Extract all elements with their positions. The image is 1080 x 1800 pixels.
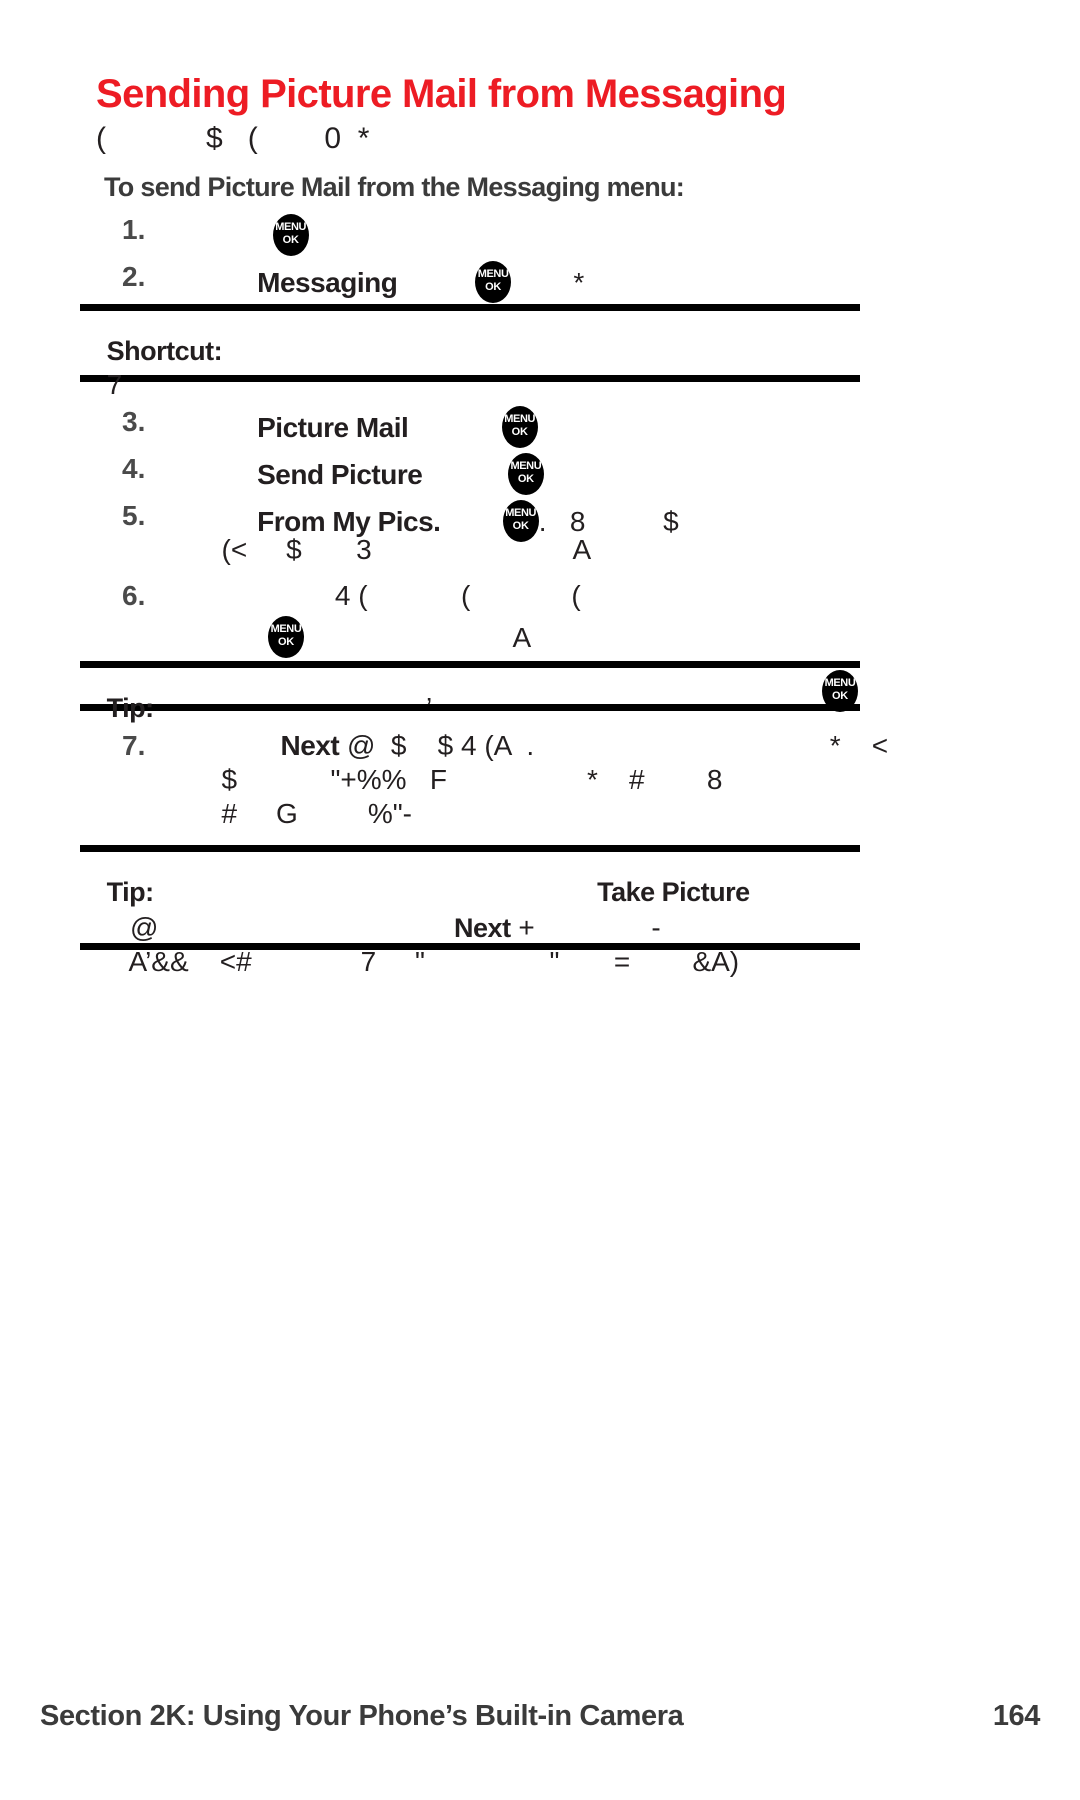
step-3-post-text — [408, 412, 501, 443]
step-6-text: 4 ( ( ( — [226, 580, 581, 611]
manual-page: Sending Picture Mail from Messaging ( $ … — [0, 0, 1080, 1800]
step-5-menu-name: From My Pics. — [257, 506, 441, 537]
tip-callout-2-row-3: A’&& <# 7 " " = &A) — [80, 928, 860, 977]
tip-callout-2-row-2: @ Next + - — [80, 894, 860, 943]
step-3-pre-text — [226, 412, 257, 443]
step-7-softkey-name: Next — [280, 730, 340, 761]
shortcut-text-line-2: 7 — [106, 369, 123, 400]
menu-ok-icon-bottom-label: OK — [831, 690, 849, 702]
step-3-number: 3. — [122, 406, 146, 437]
tip-callout-1: Tip: ’ MENU OK — [80, 661, 860, 723]
menu-ok-icon-bottom-label: OK — [282, 234, 299, 246]
step-7-line-3: # G %"- — [206, 798, 412, 829]
step-5-continuation: (< $ 3 A — [206, 534, 592, 565]
menu-ok-icon-top-label: MENU — [824, 677, 856, 689]
step-5-trailing-text: . 8 $ — [538, 506, 679, 537]
step-1-number: 1. — [122, 214, 146, 245]
page-title: Sending Picture Mail from Messaging — [96, 72, 787, 116]
step-4-text: Send Picture MENU OK — [226, 453, 544, 495]
step-5-post-text — [440, 506, 502, 537]
step-1-pre-text — [226, 220, 273, 251]
intro-paragraph: ( $ ( 0 * — [96, 122, 370, 155]
tip-callout-1-row: Tip: ’ MENU OK — [80, 670, 860, 723]
tip-2-row-3: A’&& <# 7 " " = &A) — [106, 946, 740, 977]
step-6-continuation-trailing: A — [304, 622, 532, 653]
step-2-pre-text — [226, 267, 257, 298]
menu-ok-icon-top-label: MENU — [270, 623, 302, 635]
step-5-number: 5. — [122, 500, 146, 531]
step-3-menu-name: Picture Mail — [257, 412, 409, 443]
menu-ok-icon-bottom-label: OK — [512, 520, 529, 532]
menu-ok-icon-bottom-label: OK — [485, 281, 502, 293]
step-4-post-text — [422, 459, 508, 490]
step-6-number: 6. — [122, 580, 146, 611]
step-2-menu-name: Messaging — [257, 267, 398, 298]
tip-1-label: Tip: — [106, 693, 155, 723]
menu-ok-icon-top-label: MENU — [477, 268, 509, 280]
menu-ok-icon-bottom-label: OK — [511, 426, 528, 438]
menu-ok-icon[interactable]: MENU OK — [272, 214, 309, 256]
step-1-text: MENU OK — [226, 214, 309, 256]
menu-ok-icon-top-label: MENU — [510, 460, 542, 472]
step-7-pre-text — [226, 730, 280, 761]
tip-callout-2: Tip: Take Picture @ Next + - A’&& <# 7 "… — [80, 845, 860, 977]
shortcut-callout: Shortcut: 7 — [80, 304, 860, 400]
step-6-continuation-text: MENU OK A — [268, 616, 531, 658]
shortcut-callout-row-2: 7 — [80, 351, 860, 400]
step-7-text: Next @ $ $ 4 (A . * < — [226, 730, 888, 762]
step-3-text: Picture Mail MENU OK — [226, 406, 538, 448]
menu-ok-icon-top-label: MENU — [504, 413, 536, 425]
footer-section-label: Section 2K: Using Your Phone’s Built-in … — [40, 1700, 684, 1732]
step-7-line-2: $ "+%% F * # 8 — [206, 764, 723, 795]
menu-ok-icon-bottom-label: OK — [277, 636, 295, 648]
tip-1-text: ’ — [153, 692, 433, 723]
step-7-number: 7. — [122, 730, 146, 761]
menu-ok-icon[interactable]: MENU OK — [475, 261, 512, 303]
menu-ok-icon[interactable]: MENU OK — [507, 453, 544, 495]
menu-ok-icon[interactable]: MENU OK — [501, 406, 538, 448]
step-2-text: Messaging MENU OK * — [226, 261, 584, 303]
step-2-post-text — [397, 267, 475, 298]
shortcut-callout-row-1: Shortcut: — [80, 317, 860, 366]
tip-callout-2-row-1: Tip: Take Picture — [80, 858, 860, 907]
menu-ok-icon-top-label: MENU — [275, 221, 307, 233]
menu-ok-icon[interactable]: MENU OK — [822, 670, 858, 712]
step-5-pre-text — [226, 506, 257, 537]
step-4-pre-text — [226, 459, 257, 490]
step-4-menu-name: Send Picture — [257, 459, 423, 490]
step-7-post-text: @ $ $ 4 (A . * < — [339, 730, 889, 761]
menu-ok-icon-top-label: MENU — [505, 507, 537, 519]
menu-ok-icon[interactable]: MENU OK — [268, 616, 304, 658]
step-2-trailing-text: * — [511, 267, 585, 298]
lead-in-sentence: To send Picture Mail from the Messaging … — [104, 172, 685, 202]
step-4-number: 4. — [122, 453, 146, 484]
step-2-number: 2. — [122, 261, 146, 292]
footer-page-number: 164 — [992, 1700, 1041, 1732]
menu-ok-icon-bottom-label: OK — [517, 473, 534, 485]
